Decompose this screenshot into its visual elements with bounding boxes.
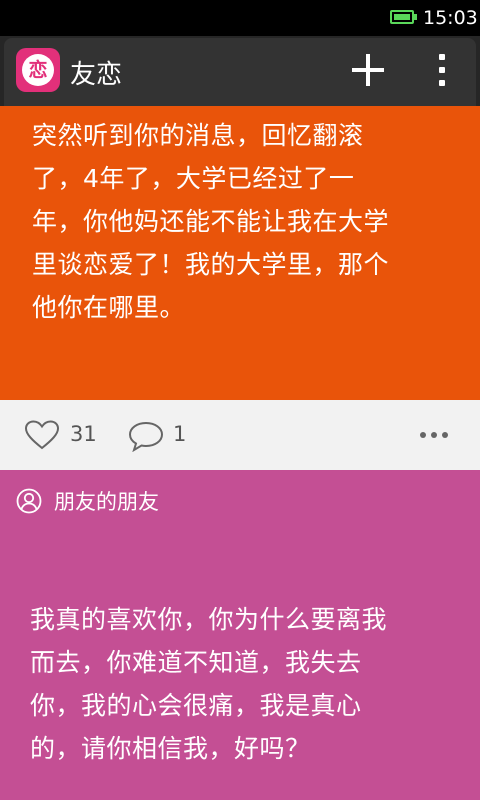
heart-icon[interactable] (24, 420, 60, 450)
plus-icon[interactable] (350, 52, 386, 88)
status-bar: 15:03 (0, 0, 480, 36)
post-line: 他你在哪里。 (32, 293, 186, 322)
battery-tip (414, 14, 417, 20)
app-logo[interactable]: 恋 (16, 48, 60, 92)
menu-dot (439, 54, 445, 60)
more-dot (442, 432, 448, 438)
comment-count: 1 (173, 422, 187, 446)
more-horizontal-icon[interactable] (420, 432, 450, 440)
overflow-menu-icon[interactable] (430, 52, 454, 88)
post-text: 突然听到你的消息，回忆翻滚 了，4年了，大学已经过了一 年，你他妈还能不能让我在… (32, 114, 462, 329)
like-count: 31 (70, 422, 97, 446)
post-line: 年，你他妈还能不能让我在大学 (32, 207, 390, 236)
post-line: 我真的喜欢你，你为什么要离我 (30, 605, 388, 634)
post-line: 的，请你相信我，好吗？ (30, 734, 311, 763)
more-dot (420, 432, 426, 438)
app-title: 友恋 (70, 60, 123, 90)
comment-icon[interactable] (128, 420, 164, 452)
battery-full-icon (390, 10, 414, 24)
app-logo-glyph: 恋 (22, 54, 54, 86)
menu-dot (439, 67, 445, 73)
post-card[interactable]: 朋友的朋友 我真的喜欢你，你为什么要离我 而去，你难道不知道，我失去 你，我的心… (0, 470, 480, 800)
post-line: 而去，你难道不知道，我失去 (30, 648, 362, 677)
post-card[interactable]: 突然听到你的消息，回忆翻滚 了，4年了，大学已经过了一 年，你他妈还能不能让我在… (0, 106, 480, 400)
post-text: 我真的喜欢你，你为什么要离我 而去，你难道不知道，我失去 你，我的心会很痛，我是… (30, 598, 460, 770)
post-line: 了，4年了，大学已经过了一 (32, 164, 355, 193)
post-line: 突然听到你的消息，回忆翻滚 (32, 121, 364, 150)
post-source-label: 朋友的朋友 (54, 490, 159, 514)
menu-dot (439, 80, 445, 86)
post-footer: 31 1 (0, 400, 480, 470)
status-clock: 15:03 (423, 7, 478, 29)
more-dot (431, 432, 437, 438)
post-line: 你，我的心会很痛，我是真心 (30, 691, 362, 720)
user-circle-icon (16, 488, 42, 514)
post-line: 里谈恋爱了！我的大学里，那个 (32, 250, 390, 279)
